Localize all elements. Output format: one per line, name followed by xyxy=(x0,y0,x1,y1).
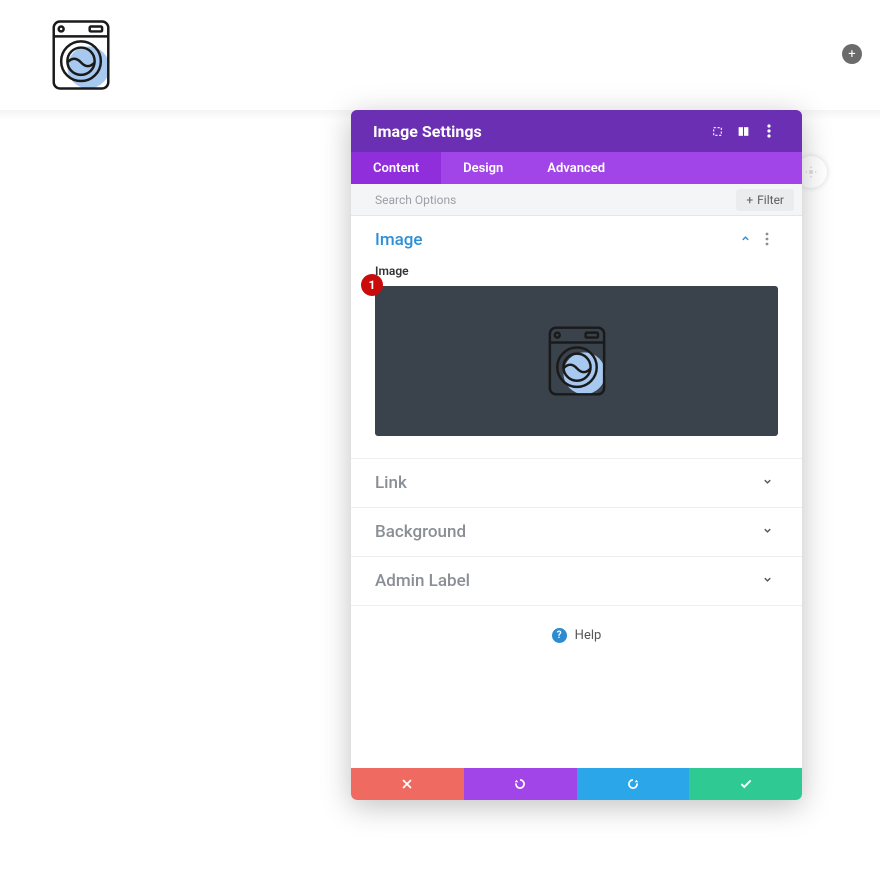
image-preview[interactable]: 1 xyxy=(375,286,778,436)
redo-button[interactable] xyxy=(577,768,690,800)
washing-machine-icon xyxy=(546,324,608,398)
chevron-down-icon[interactable] xyxy=(756,476,778,490)
columns-button[interactable] xyxy=(730,125,756,138)
section-head-admin-label[interactable]: Admin Label xyxy=(351,557,802,605)
kebab-icon xyxy=(765,232,769,246)
section-link: Link xyxy=(351,459,802,508)
page-logo xyxy=(50,16,112,94)
search-input[interactable]: Search Options xyxy=(375,193,736,207)
filter-button[interactable]: + Filter xyxy=(736,189,794,211)
chevron-down-icon[interactable] xyxy=(756,525,778,539)
panel-header: Image Settings xyxy=(351,110,802,152)
help-row[interactable]: ? Help xyxy=(351,606,802,665)
section-image: Image Image 1 xyxy=(351,216,802,459)
plus-icon: + xyxy=(848,48,855,61)
confirm-button[interactable] xyxy=(689,768,802,800)
chevron-down-icon[interactable] xyxy=(756,574,778,588)
tab-content[interactable]: Content xyxy=(351,152,441,184)
plus-icon: + xyxy=(746,193,753,207)
image-settings-panel: Image Settings Content Design Advanced S… xyxy=(351,110,802,800)
chevron-up-icon[interactable] xyxy=(734,233,756,247)
help-label: Help xyxy=(575,628,602,643)
help-icon: ? xyxy=(552,628,567,643)
washing-machine-icon xyxy=(50,16,112,94)
step-badge: 1 xyxy=(361,274,383,296)
section-head-background[interactable]: Background xyxy=(351,508,802,556)
cancel-button[interactable] xyxy=(351,768,464,800)
tab-advanced[interactable]: Advanced xyxy=(525,152,627,184)
tab-label: Advanced xyxy=(547,161,605,176)
panel-title: Image Settings xyxy=(373,122,704,141)
kebab-menu-button[interactable] xyxy=(756,124,782,138)
tab-design[interactable]: Design xyxy=(441,152,525,184)
add-module-button[interactable]: + xyxy=(842,44,862,64)
search-row: Search Options + Filter xyxy=(351,184,802,216)
filter-label: Filter xyxy=(757,193,784,207)
check-icon xyxy=(739,777,753,791)
section-head-image[interactable]: Image xyxy=(351,216,802,264)
section-title: Image xyxy=(375,230,734,250)
section-background: Background xyxy=(351,508,802,557)
tabs: Content Design Advanced xyxy=(351,152,802,184)
kebab-icon xyxy=(767,124,771,138)
section-admin-label: Admin Label xyxy=(351,557,802,606)
expand-icon xyxy=(711,125,724,138)
tab-label: Content xyxy=(373,161,419,176)
tab-label: Design xyxy=(463,161,503,176)
section-kebab-button[interactable] xyxy=(756,232,778,249)
section-head-link[interactable]: Link xyxy=(351,459,802,507)
panel-footer xyxy=(351,768,802,800)
columns-icon xyxy=(737,125,750,138)
undo-icon xyxy=(513,777,527,791)
section-title: Admin Label xyxy=(375,571,756,591)
content-area: Image Image 1 Link xyxy=(351,216,802,768)
close-icon xyxy=(401,778,413,790)
section-title: Link xyxy=(375,473,756,493)
drag-icon xyxy=(804,165,818,179)
redo-icon xyxy=(626,777,640,791)
undo-button[interactable] xyxy=(464,768,577,800)
image-field-label: Image xyxy=(375,264,778,278)
section-title: Background xyxy=(375,522,756,542)
expand-button[interactable] xyxy=(704,125,730,138)
